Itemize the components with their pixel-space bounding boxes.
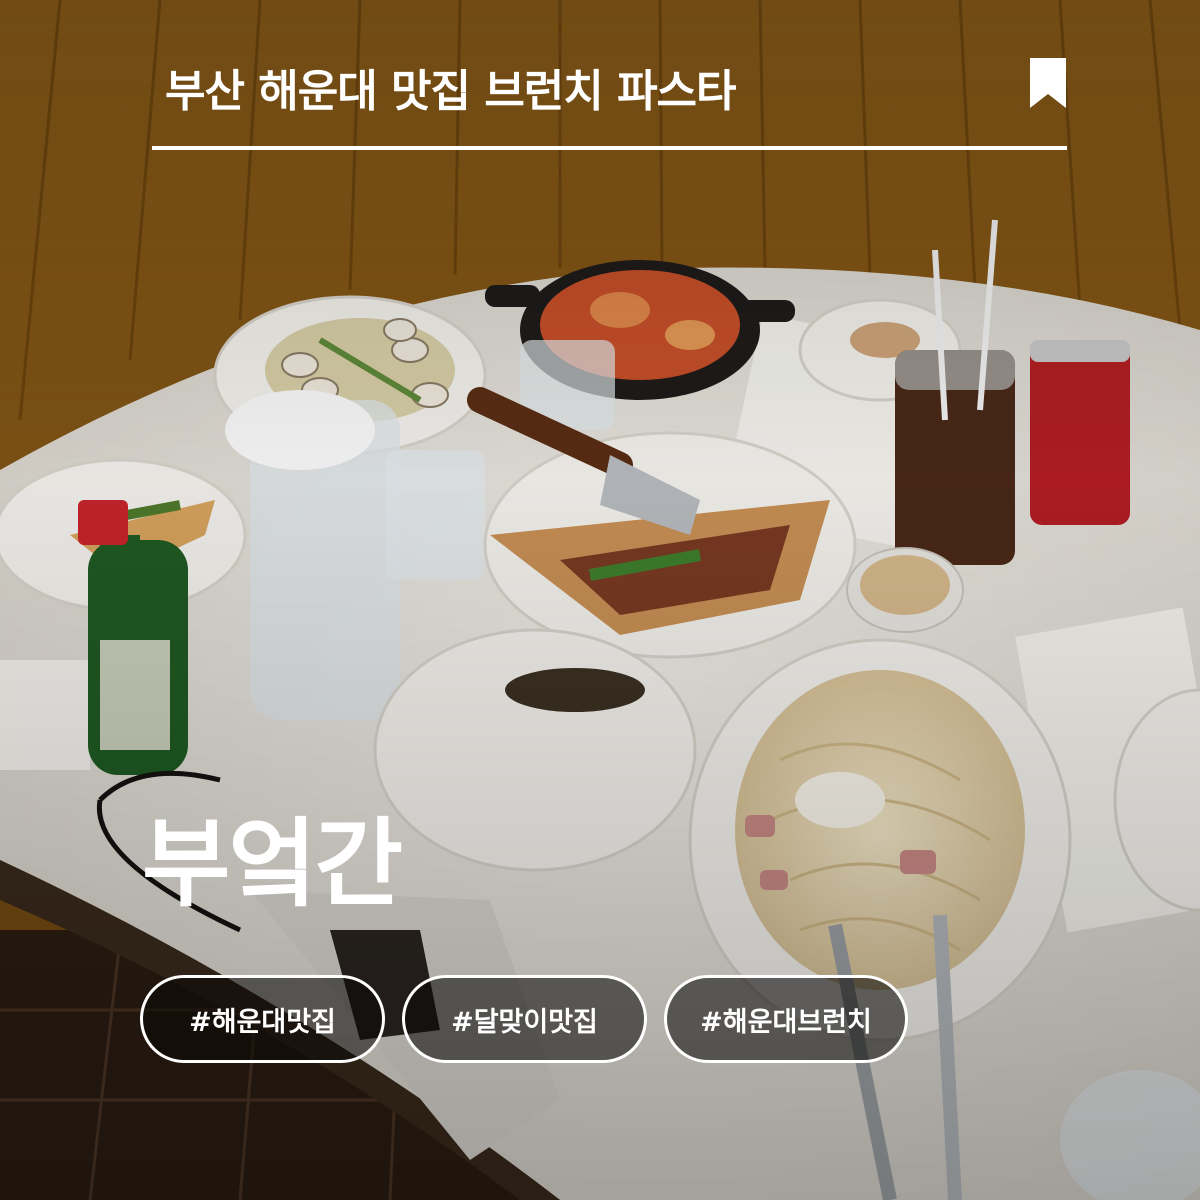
- bookmark-icon[interactable]: [1030, 58, 1066, 108]
- hashtag-row: #해운대맛집 #달맞이맛집 #해운대브런치: [140, 975, 920, 1065]
- title-divider: [152, 146, 1067, 150]
- hashtag-chip[interactable]: #해운대맛집: [140, 975, 385, 1063]
- card-title: 부산 해운대 맛집 브런치 파스타: [165, 66, 737, 117]
- card-canvas: 부산 해운대 맛집 브런치 파스타 부엌간 #해운대맛집 #달맞이맛집 #해운대…: [0, 0, 1200, 1200]
- store-name: 부엌간: [142, 808, 403, 920]
- hashtag-chip[interactable]: #해운대브런치: [664, 975, 908, 1063]
- hashtag-chip[interactable]: #달맞이맛집: [402, 975, 647, 1063]
